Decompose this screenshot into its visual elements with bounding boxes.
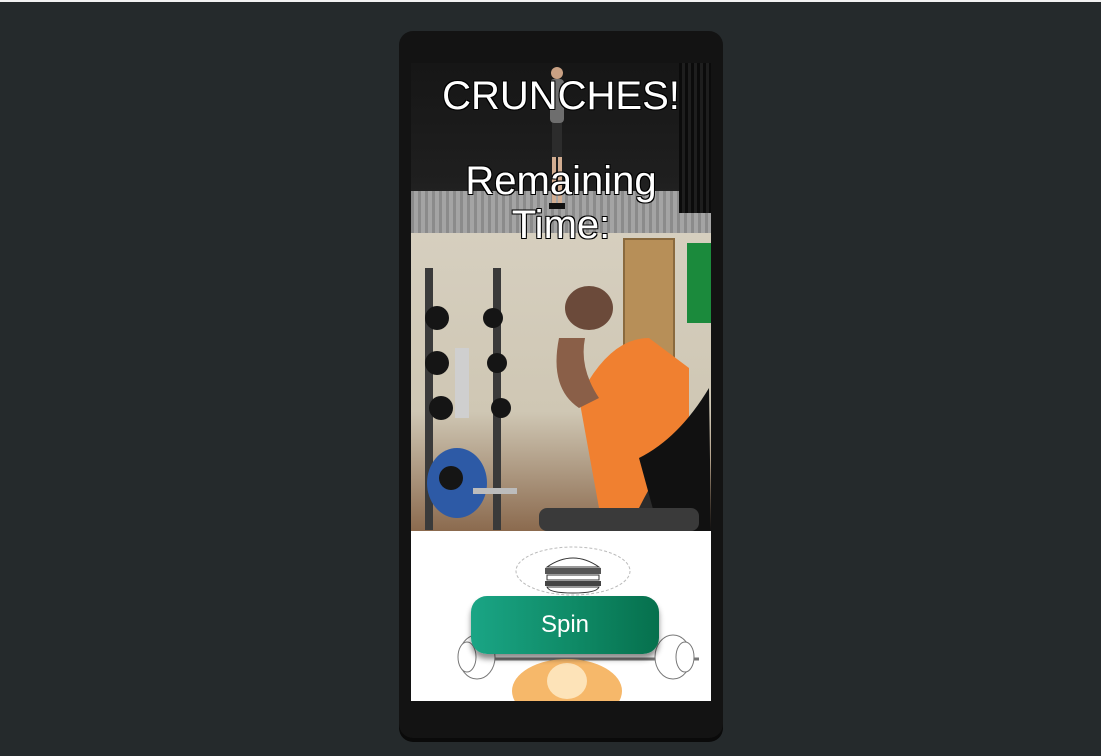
exercise-video[interactable]: CRUNCHES! Remaining Time: bbox=[411, 63, 711, 531]
exercise-title: CRUNCHES! bbox=[442, 74, 680, 118]
window-top-edge bbox=[0, 0, 1101, 2]
athlete-figure bbox=[539, 286, 711, 531]
burger-icon bbox=[545, 557, 601, 594]
spin-game-area: Spin bbox=[411, 531, 711, 701]
phone-screen: CRUNCHES! Remaining Time: Spin bbox=[411, 63, 711, 701]
spin-button[interactable]: Spin bbox=[471, 596, 659, 654]
remaining-time-label: Remaining Time: bbox=[465, 159, 657, 247]
phone-frame: CRUNCHES! Remaining Time: Spin bbox=[399, 31, 723, 738]
dumbbell-rack-figure bbox=[425, 268, 517, 530]
